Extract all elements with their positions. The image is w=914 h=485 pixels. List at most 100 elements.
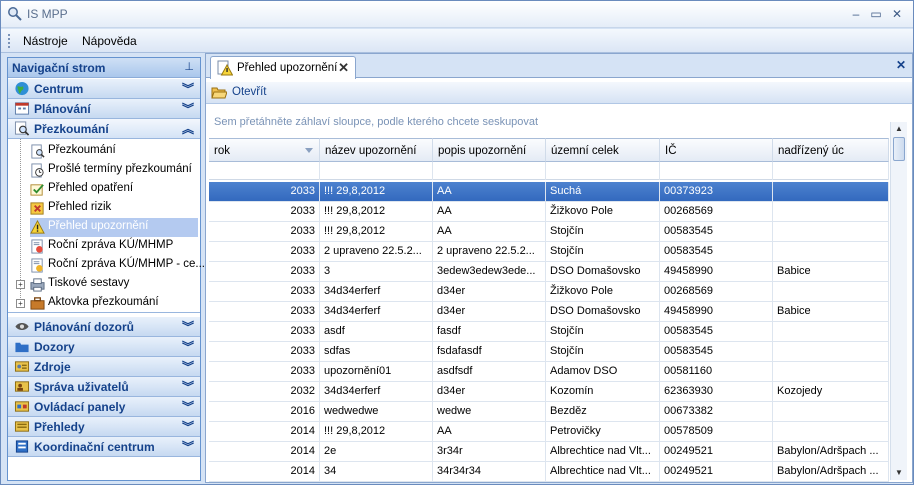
table-cell: !!! 29,8,2012 [320, 202, 433, 222]
table-cell: 00583545 [660, 322, 773, 342]
table-row[interactable]: 2014 2e 3r34r Albrechtice nad Vlt... 0024952… [209, 442, 889, 462]
main-window: IS MPP – ▭ ✕ Nástroje Nápověda Navigační… [0, 0, 914, 485]
scroll-thumb[interactable] [893, 137, 905, 161]
table-row[interactable]: 2014!!! 29,8,2012 AA Petrovičky 00578509 [209, 422, 889, 442]
tree-item-rocni-zprava-ce[interactable]: Roční zpráva KÚ/MHMP - ce... [30, 256, 205, 275]
table-row[interactable]: 2033 34d34erferf d34er DSO Domašovsko 494589… [209, 302, 889, 322]
table-row[interactable]: 2033!!! 29,8,2012 AA Žižkovo Pole 00268569 [209, 202, 889, 222]
tree-item-tiskove-sestavy[interactable]: Tiskové sestavy [30, 275, 196, 294]
menu-nastroje[interactable]: Nástroje [23, 34, 68, 48]
table-cell: 49458990 [660, 262, 773, 282]
table-cell: 2033 [209, 262, 320, 282]
filter-row[interactable] [209, 162, 889, 180]
tree-item-rocni-zprava[interactable]: Roční zpráva KÚ/MHMP [30, 237, 196, 256]
maximize-button[interactable]: ▭ [869, 7, 883, 21]
table-cell: 2033 [209, 242, 320, 262]
table-cell: Žižkovo Pole [546, 282, 660, 302]
table-cell: 2 upraveno 22.5.2... [433, 242, 546, 262]
search-icon [8, 7, 22, 21]
tab-strip: Přehled upozornění ✕ ✕ [206, 54, 912, 79]
tree-item-prehled-upozorneni[interactable]: Přehled upozornění [30, 218, 198, 237]
table-row[interactable]: 2014 34 34r34r34 Albrechtice nad Vlt... 0024… [209, 462, 889, 482]
table-row[interactable]: 2033!!! 29,8,2012 AA Suchá 00373923 [209, 182, 889, 202]
table-cell: AA [433, 222, 546, 242]
column-header-popis[interactable]: popis upozornění [433, 138, 546, 162]
tree-item-prehled-opatreni[interactable]: Přehled opatření [30, 180, 196, 199]
expand-tiskove-sestavy[interactable]: + [16, 280, 25, 289]
table-cell: 34d34erferf [320, 382, 433, 402]
vertical-scrollbar[interactable]: ▲ ▼ [890, 122, 907, 480]
tab-prehled-upozorneni[interactable]: Přehled upozornění ✕ [210, 56, 356, 79]
nav-group-label: Dozory [34, 340, 75, 354]
tree-item-label: Přehled opatření [48, 182, 134, 194]
tree-item-aktovka[interactable]: Aktovka přezkoumání [30, 294, 196, 313]
table-cell [773, 222, 889, 242]
tree-item-prezkoumani[interactable]: Přezkoumání [30, 142, 196, 161]
nav-group-ovladaci-panely[interactable]: Ovládací panely ︾ [8, 397, 200, 417]
globe-icon [15, 81, 29, 96]
panel-close-icon[interactable]: ✕ [896, 58, 906, 72]
minimize-button[interactable]: – [849, 7, 863, 21]
close-button[interactable]: ✕ [890, 7, 904, 21]
table-cell: 2033 [209, 222, 320, 242]
table-cell: Stojčín [546, 342, 660, 362]
alerts-grid: rok název upozornění popis upozornění úz… [209, 138, 889, 482]
table-cell: wedwe [433, 402, 546, 422]
tree-item-label: Přehled rizik [48, 201, 112, 213]
table-row[interactable]: 2033 34d34erferf d34er Žižkovo Pole 00268569 [209, 282, 889, 302]
column-header-label: územní celek [551, 145, 619, 157]
table-row[interactable]: 2033 upozornění01 asdfsdf Adamov DSO 0058116… [209, 362, 889, 382]
report-icon [31, 239, 43, 254]
table-cell [773, 322, 889, 342]
table-cell: Stojčín [546, 222, 660, 242]
table-row[interactable]: 2016 wedwedwe wedwe Bezděz 00673382 [209, 402, 889, 422]
column-header-label: nadřízený úc [778, 145, 844, 157]
scroll-up-icon[interactable]: ▲ [891, 122, 907, 136]
menu-napoveda[interactable]: Nápověda [82, 34, 137, 48]
nav-group-sprava-uzivatelu[interactable]: Správa uživatelů ︾ [8, 377, 200, 397]
column-header-uzemni-celek[interactable]: územní celek [546, 138, 660, 162]
expand-aktovka[interactable]: + [16, 299, 25, 308]
nav-group-planovani-dozoru[interactable]: Plánování dozorů ︾ [8, 317, 200, 337]
column-header-nadrizeny-uc[interactable]: nadřízený úc [773, 138, 889, 162]
panel-icon [14, 401, 30, 412]
scroll-down-icon[interactable]: ▼ [891, 466, 907, 480]
table-cell: 2032 [209, 382, 320, 402]
table-row[interactable]: 2033 sdfas fsdafasdf Stojčín 00583545 [209, 342, 889, 362]
table-row[interactable]: 2033!!! 29,8,2012 AA Stojčín 00583545 [209, 222, 889, 242]
tree-item-label: Prošlé termíny přezkoumání [48, 163, 192, 175]
pin-icon[interactable]: ⊥ [184, 60, 194, 73]
nav-group-label: Koordinační centrum [34, 440, 155, 454]
table-cell: 2033 [209, 202, 320, 222]
nav-group-centrum[interactable]: Centrum ︾ [8, 79, 200, 99]
risk-icon [30, 202, 44, 215]
nav-group-zdroje[interactable]: Zdroje ︾ [8, 357, 200, 377]
table-cell: Suchá [546, 182, 660, 202]
table-row[interactable]: 2033 asdf fasdf Stojčín 00583545 [209, 322, 889, 342]
table-cell: Adamov DSO [546, 362, 660, 382]
column-header-rok[interactable]: rok [209, 138, 320, 162]
calendar-icon [14, 102, 30, 115]
tab-close-icon[interactable]: ✕ [338, 60, 349, 76]
table-row[interactable]: 2032 34d34erferf d34er Kozomín 62363930 Kozoj… [209, 382, 889, 402]
tree-item-prosle-terminy[interactable]: Prošlé termíny přezkoumání [30, 161, 196, 180]
table-cell: sdfas [320, 342, 433, 362]
table-row[interactable]: 2033 3 3edew3edew3ede... DSO Domašovsko 4945… [209, 262, 889, 282]
table-cell: 34d34erferf [320, 282, 433, 302]
table-row[interactable]: 2033 2 upraveno 22.5.2... 2 upraveno 22.5.… [209, 242, 889, 262]
tree-item-label: Přezkoumání [48, 144, 116, 156]
title-bar: IS MPP – ▭ ✕ [1, 1, 913, 28]
nav-group-dozory[interactable]: Dozory ︾ [8, 337, 200, 357]
tree-item-prehled-rizik[interactable]: Přehled rizik [30, 199, 196, 218]
open-button[interactable]: Otevřít [232, 86, 267, 98]
nav-group-prehledy[interactable]: Přehledy ︾ [8, 417, 200, 437]
nav-group-prezkoumani[interactable]: Přezkoumání ︽ [8, 119, 200, 139]
navigation-panel: Navigační strom ⊥ Centrum ︾ Plánování ︾ … [7, 57, 205, 481]
column-header-nazev[interactable]: název upozornění [320, 138, 433, 162]
grid-toolbar: Otevřít [206, 82, 912, 104]
table-cell: 00578509 [660, 422, 773, 442]
table-cell: 3r34r [433, 442, 546, 462]
nav-group-koordinacni-centrum[interactable]: Koordinační centrum ︾ [8, 437, 200, 457]
nav-group-planovani[interactable]: Plánování ︾ [8, 99, 200, 119]
column-header-ic[interactable]: IČ [660, 138, 773, 162]
